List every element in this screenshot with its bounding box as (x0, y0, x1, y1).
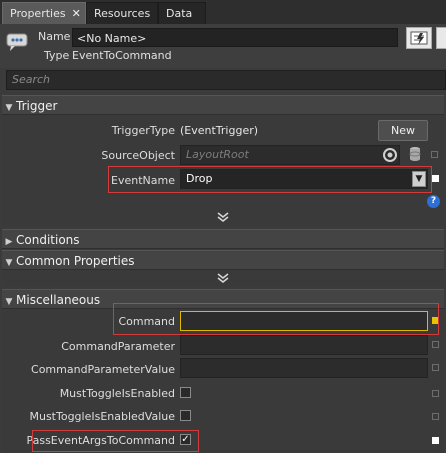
object-header: Name <No Name> Type EventToCommand (0, 24, 446, 68)
properties-toggle-button[interactable] (436, 27, 446, 49)
expand-triangle-icon: ▶ (5, 237, 13, 247)
events-toggle-button[interactable] (406, 27, 432, 49)
tab-resources[interactable]: Resources (86, 2, 158, 24)
lightning-list-icon (410, 31, 428, 45)
advanced-options-marker[interactable] (432, 364, 439, 371)
type-value: EventToCommand (72, 49, 172, 62)
command-parameter-label: CommandParameter (61, 340, 175, 353)
behavior-icon (6, 30, 28, 54)
section-common-header[interactable]: ▼ Common Properties (2, 250, 444, 270)
new-trigger-button[interactable]: New (378, 120, 428, 141)
highlight-box-pass-event-args (32, 430, 199, 452)
must-toggle-value-checkbox[interactable] (180, 410, 191, 421)
tab-data[interactable]: Data (158, 2, 206, 24)
section-conditions-header[interactable]: ▶ Conditions (2, 229, 444, 249)
trigger-type-value: (EventTrigger) (180, 124, 259, 137)
source-object-label: SourceObject (101, 149, 175, 162)
close-icon[interactable]: ✕ (72, 7, 81, 20)
search-input[interactable]: Search (6, 70, 446, 90)
name-label: Name (38, 30, 71, 43)
tab-resources-label: Resources (94, 7, 151, 20)
target-picker-icon[interactable] (382, 147, 398, 163)
advanced-options-marker[interactable] (432, 437, 439, 444)
must-toggle-checkbox[interactable] (180, 387, 191, 398)
tab-properties[interactable]: Properties ✕ (2, 2, 86, 24)
section-trigger-header[interactable]: ▼ Trigger (2, 95, 444, 115)
advanced-options-marker[interactable] (432, 175, 439, 182)
highlight-box-eventname (108, 166, 432, 193)
command-parameter-value-label: CommandParameterValue (31, 363, 175, 376)
source-object-field[interactable]: LayoutRoot (180, 145, 400, 165)
name-field[interactable]: <No Name> (72, 28, 398, 47)
advanced-options-marker[interactable] (432, 413, 439, 420)
advanced-options-marker[interactable] (432, 390, 439, 397)
must-toggle-label: MustToggleIsEnabled (59, 387, 175, 400)
tab-properties-label: Properties (10, 7, 66, 20)
advanced-options-marker[interactable] (432, 341, 439, 348)
help-icon[interactable]: ? (427, 195, 440, 208)
command-parameter-value-field[interactable] (180, 358, 428, 378)
tab-bar: Properties ✕ Resources Data (0, 0, 446, 24)
type-label: Type (44, 49, 70, 62)
expand-more-icon[interactable] (216, 273, 230, 286)
expand-more-icon[interactable] (216, 212, 230, 225)
trigger-type-label: TriggerType (111, 124, 175, 137)
command-parameter-field[interactable] (180, 335, 428, 355)
advanced-options-marker[interactable] (431, 151, 438, 158)
highlight-box-command (113, 303, 439, 335)
section-misc-title: Miscellaneous (16, 293, 101, 307)
must-toggle-value-label: MustToggleIsEnabledValue (29, 410, 175, 423)
database-icon[interactable] (409, 146, 421, 162)
section-trigger-title: Trigger (16, 99, 58, 113)
section-common-title: Common Properties (16, 254, 135, 268)
section-conditions-title: Conditions (16, 233, 80, 247)
tab-data-label: Data (166, 7, 193, 20)
